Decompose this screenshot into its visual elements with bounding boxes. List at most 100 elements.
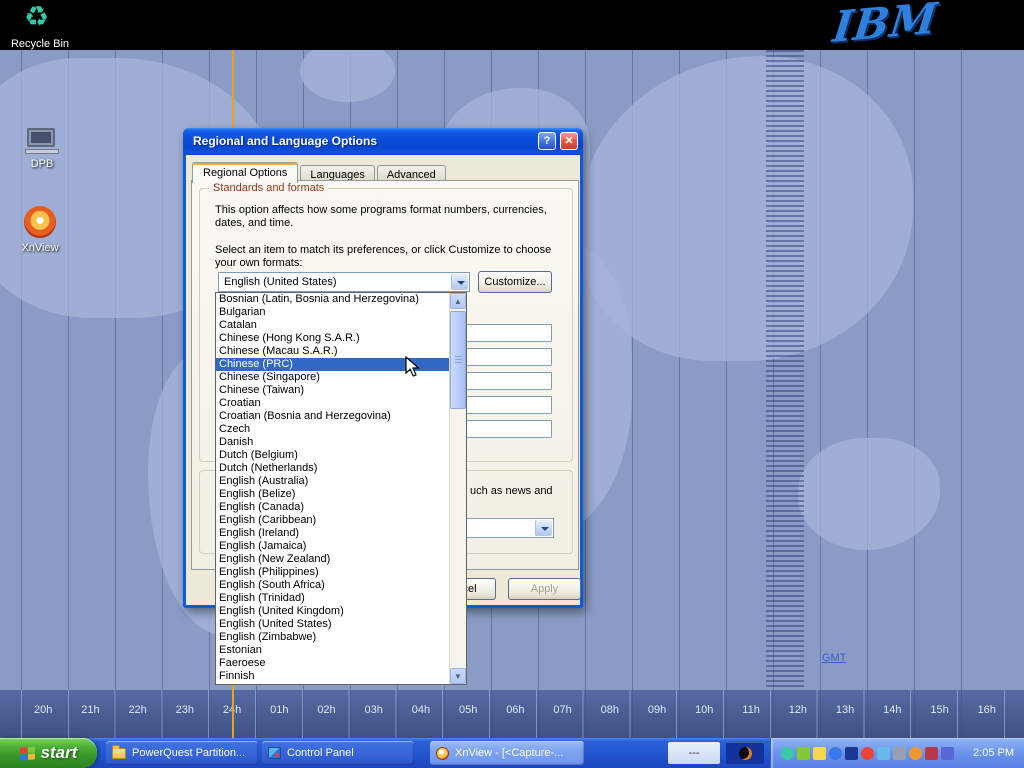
tray-icon-8[interactable]	[893, 747, 906, 760]
language-option[interactable]: Faeroese	[216, 657, 449, 670]
timezone-label: 20h	[34, 704, 52, 716]
timezone-label: 09h	[648, 704, 666, 716]
language-option[interactable]: English (United Kingdom)	[216, 605, 449, 618]
list-scrollbar[interactable]: ▲ ▼	[449, 293, 466, 684]
language-option[interactable]: English (Ireland)	[216, 527, 449, 540]
top-black-bar: ♻ Recycle Bin IBM	[0, 0, 1024, 50]
taskbar-item-xnview[interactable]: XnView - [<Capture-...	[430, 741, 584, 765]
format-combobox-value: English (United States)	[224, 276, 337, 288]
language-option[interactable]: Bulgarian	[216, 306, 449, 319]
timezone-label: 05h	[459, 704, 477, 716]
language-option[interactable]: Croatian (Bosnia and Herzegovina)	[216, 410, 449, 423]
chevron-down-icon[interactable]	[535, 520, 552, 536]
chevron-down-icon[interactable]	[451, 274, 468, 290]
tray-icon-6[interactable]	[861, 747, 874, 760]
scrollbar-thumb[interactable]	[450, 311, 466, 409]
taskbar: start PowerQuest Partition... Control Pa…	[0, 738, 1024, 768]
tray-icon-7[interactable]	[877, 747, 890, 760]
language-option[interactable]: Danish	[216, 436, 449, 449]
language-option[interactable]: Dutch (Belgium)	[216, 449, 449, 462]
tray-icon-5[interactable]	[845, 747, 858, 760]
language-option[interactable]: English (New Zealand)	[216, 553, 449, 566]
gmt-label: GMT	[822, 652, 846, 664]
help-button[interactable]: ?	[538, 132, 556, 150]
tray-icon-1[interactable]	[781, 747, 794, 760]
laptop-icon	[25, 128, 59, 154]
timezone-labels: 20h21h22h23h24h01h02h03h04h05h06h07h08h0…	[34, 704, 996, 716]
language-option[interactable]: Chinese (Hong Kong S.A.R.)	[216, 332, 449, 345]
control-panel-icon	[268, 747, 281, 759]
tray-icon-10[interactable]	[925, 747, 938, 760]
language-option[interactable]: English (Philippines)	[216, 566, 449, 579]
tray-icon-11[interactable]	[941, 747, 954, 760]
language-option[interactable]: Dutch (Netherlands)	[216, 462, 449, 475]
language-option[interactable]: English (Trinidad)	[216, 592, 449, 605]
language-option[interactable]: English (Australia)	[216, 475, 449, 488]
tray-icon-3[interactable]	[813, 747, 826, 760]
language-option[interactable]: English (Canada)	[216, 501, 449, 514]
language-option[interactable]: Chinese (Taiwan)	[216, 384, 449, 397]
map-greenland	[300, 50, 395, 102]
taskbar-dark-button[interactable]	[726, 742, 764, 764]
taskbar-item-label: Control Panel	[287, 747, 354, 759]
language-option[interactable]: English (Caribbean)	[216, 514, 449, 527]
standards-instruction-line2: your own formats:	[215, 257, 302, 269]
tray-icon-4[interactable]	[829, 747, 842, 760]
start-button[interactable]: start	[0, 738, 97, 768]
map-asia	[578, 56, 913, 361]
desktop-icon-dpb[interactable]: DPB	[6, 128, 78, 170]
recycle-bin-icon[interactable]: ♻	[24, 0, 49, 33]
language-option[interactable]: Croatian	[216, 397, 449, 410]
language-option[interactable]: Estonian	[216, 644, 449, 657]
taskbar-item-label: XnView - [<Capture-...	[455, 747, 563, 759]
timezone-label: 22h	[128, 704, 146, 716]
tray-icon-2[interactable]	[797, 747, 810, 760]
scroll-down-icon[interactable]: ▼	[450, 668, 466, 684]
timezone-label: 11h	[742, 704, 760, 716]
taskbar-item-control-panel[interactable]: Control Panel	[262, 741, 414, 765]
language-list[interactable]: Bosnian (Latin, Bosnia and Herzegovina)B…	[216, 293, 449, 684]
system-tray: 2:05 PM	[770, 738, 1024, 768]
tab-regional-options[interactable]: Regional Options	[192, 162, 298, 183]
language-option[interactable]: English (Jamaica)	[216, 540, 449, 553]
language-option[interactable]: English (Zimbabwe)	[216, 631, 449, 644]
xnview-icon	[436, 747, 449, 760]
timezone-label: 04h	[412, 704, 430, 716]
language-option[interactable]: Catalan	[216, 319, 449, 332]
apply-button[interactable]: Apply	[508, 578, 581, 600]
timezone-label: 14h	[883, 704, 901, 716]
crescent-icon	[739, 747, 752, 760]
format-combobox[interactable]: English (United States)	[218, 272, 470, 292]
language-option[interactable]: English (South Africa)	[216, 579, 449, 592]
language-option[interactable]: English (Belize)	[216, 488, 449, 501]
language-option[interactable]: English (United States)	[216, 618, 449, 631]
map-australia	[798, 438, 940, 550]
taskbar-overflow-button[interactable]: ---	[668, 742, 720, 764]
language-option[interactable]: Finnish	[216, 670, 449, 683]
desktop-icon-xnview[interactable]: XnView	[4, 206, 76, 254]
language-option[interactable]: Czech	[216, 423, 449, 436]
dialog-titlebar[interactable]: Regional and Language Options ? ✕	[183, 128, 583, 155]
timezone-strip: 20h21h22h23h24h01h02h03h04h05h06h07h08h0…	[0, 690, 1024, 738]
windows-flag-icon	[20, 746, 35, 761]
timezone-label: 08h	[601, 704, 619, 716]
language-option[interactable]: Bosnian (Latin, Bosnia and Herzegovina)	[216, 293, 449, 306]
scroll-up-icon[interactable]: ▲	[450, 293, 466, 309]
customize-button[interactable]: Customize...	[478, 271, 552, 293]
standards-description-line1: This option affects how some programs fo…	[215, 204, 547, 216]
xnview-icon	[24, 206, 56, 238]
timezone-label: 10h	[695, 704, 713, 716]
taskbar-clock[interactable]: 2:05 PM	[973, 747, 1024, 759]
timezone-label: 16h	[978, 704, 996, 716]
recycle-bin-label: Recycle Bin	[4, 38, 76, 50]
timezone-label: 06h	[506, 704, 524, 716]
timezone-label: 07h	[553, 704, 571, 716]
desktop-icon-label: XnView	[4, 242, 76, 254]
standards-group-title: Standards and formats	[209, 182, 328, 194]
standards-description-line2: dates, and time.	[215, 217, 293, 229]
close-button[interactable]: ✕	[560, 132, 578, 150]
taskbar-item-powerquest[interactable]: PowerQuest Partition...	[106, 741, 258, 765]
taskbar-item-label: PowerQuest Partition...	[132, 747, 245, 759]
tray-icon-9[interactable]	[909, 747, 922, 760]
timezone-label: 23h	[176, 704, 194, 716]
